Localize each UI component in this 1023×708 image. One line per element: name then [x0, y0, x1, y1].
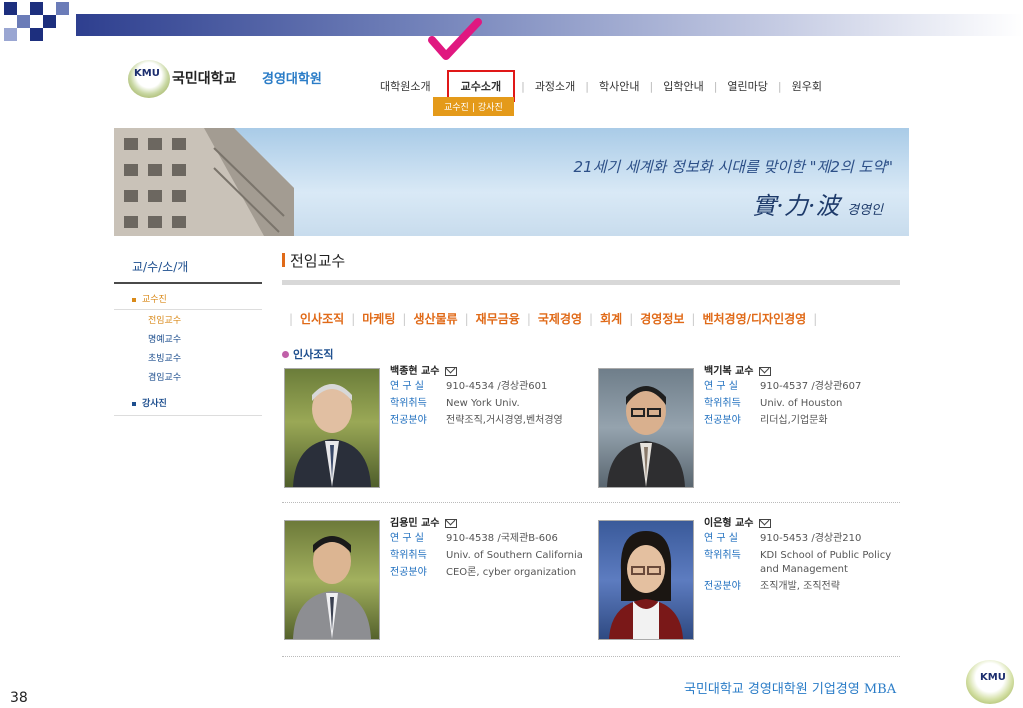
professor-photo: [284, 368, 380, 488]
subnav-faculty[interactable]: 교수진: [441, 103, 472, 113]
sidebar-item-faculty[interactable]: 교수진: [114, 288, 262, 310]
office-label: 연 구 실: [704, 381, 738, 392]
slide-header-decoration: [0, 0, 1023, 42]
professor-photo: [284, 520, 380, 640]
sidebar-item-adjunct[interactable]: 겸임교수: [114, 367, 262, 386]
professor-name: 김용민 교수: [390, 518, 440, 529]
professor-photo: [598, 520, 694, 640]
sidebar-item-emeritus[interactable]: 명예교수: [114, 329, 262, 348]
logo-text: KMU: [134, 68, 160, 79]
bullet-icon: [132, 297, 136, 302]
office-label: 연 구 실: [390, 381, 424, 392]
field-value: 리더십,기업문화: [760, 415, 828, 426]
subnav-lecturers[interactable]: 강사진: [475, 103, 506, 113]
degree-label: 학위취득: [390, 398, 427, 409]
nav-item-admission[interactable]: 입학안내: [653, 78, 713, 94]
footer-logo-text: KMU: [980, 672, 1006, 683]
professor-photo: [598, 368, 694, 488]
building-illustration: [114, 128, 294, 236]
hero-banner: 21세기 세계화 정보화 시대를 맞이한 "제2의 도약" 實·力·波 경영인: [114, 128, 909, 236]
nav-item-programs[interactable]: 과정소개: [525, 78, 585, 94]
email-icon[interactable]: [758, 518, 771, 528]
degree-label: 학위취득: [390, 550, 427, 561]
field-value: 조직개발, 조직전략: [760, 581, 840, 592]
field-label: 전공분야: [390, 415, 427, 426]
banner-motto: 實·力·波 경영인: [752, 192, 883, 220]
field-label: 전공분야: [704, 581, 741, 592]
office-value: 910-4538 /국제관B-606: [446, 533, 558, 544]
nav-item-community[interactable]: 열린마당: [717, 78, 777, 94]
email-icon[interactable]: [444, 518, 457, 528]
office-value: 910-4537 /경상관607: [760, 381, 862, 392]
degree-value: Univ. of Southern California: [446, 550, 583, 561]
field-label: 전공분야: [704, 415, 741, 426]
nav-item-alumni[interactable]: 원우회: [782, 78, 832, 94]
faculty-subnav: 교수진 | 강사진: [433, 97, 514, 116]
row-divider: [282, 502, 900, 503]
degree-label: 학위취득: [704, 398, 741, 409]
professor-card: 이은형 교수 연 구 실 910-5453 /경상관210 학위취득 KDI Sch…: [598, 514, 898, 644]
sidebar-title: 교/수/소/개: [132, 260, 189, 274]
school-name[interactable]: 경영대학원: [262, 68, 322, 87]
banner-slogan: 21세기 세계화 정보화 시대를 맞이한 "제2의 도약": [573, 158, 893, 176]
tab-hr-organization[interactable]: 인사조직: [300, 310, 344, 327]
category-tabs: | 인사조직 | 마케팅 | 생산물류 | 재무금융 | 국제경영 | 회계 | 경영정보 |…: [289, 310, 818, 327]
section-heading: 인사조직: [282, 346, 333, 362]
university-name[interactable]: 국민대학교: [172, 68, 236, 88]
kmu-logo[interactable]: [128, 60, 170, 98]
footer-caption: 국민대학교 경영대학원 기업경영 MBA: [684, 682, 897, 697]
nav-item-academics[interactable]: 학사안내: [589, 78, 649, 94]
office-value: 910-5453 /경상관210: [760, 533, 862, 544]
tab-international[interactable]: 국제경영: [538, 310, 582, 327]
tab-mis[interactable]: 경영정보: [640, 310, 684, 327]
sidebar-menu: 교수진 전임교수 명예교수 초빙교수 겸임교수 강사진: [114, 288, 262, 416]
degree-value: New York Univ.: [446, 398, 520, 409]
professor-name: 백종현 교수: [390, 366, 440, 377]
bullet-icon: [132, 401, 136, 406]
professor-name: 이은형 교수: [704, 518, 754, 529]
office-label: 연 구 실: [390, 533, 424, 544]
sidebar-item-visiting[interactable]: 초빙교수: [114, 348, 262, 367]
professor-card: 김용민 교수 연 구 실 910-4538 /국제관B-606 학위취득 Univ.…: [284, 514, 584, 644]
nav-item-about[interactable]: 대학원소개: [370, 78, 441, 94]
page-title: 전임교수: [282, 250, 345, 271]
email-icon[interactable]: [758, 366, 771, 376]
professor-card: 백기복 교수 연 구 실 910-4537 /경상관607 학위취득 Univ. o…: [598, 362, 898, 492]
degree-value: Univ. of Houston: [760, 398, 843, 409]
sidebar-divider: [114, 282, 262, 284]
tab-accounting[interactable]: 회계: [600, 310, 622, 327]
page-number: 38: [10, 690, 28, 706]
tab-venture-design[interactable]: 벤처경영/디자인경영: [702, 310, 806, 327]
field-label: 전공분야: [390, 567, 427, 578]
office-label: 연 구 실: [704, 533, 738, 544]
field-value: CEO론, cyber organization: [446, 567, 577, 578]
row-divider: [282, 656, 900, 657]
title-divider: [282, 280, 900, 285]
professor-card: 백종현 교수 연 구 실 910-4534 /경상관601 학위취득 New Yor…: [284, 362, 584, 492]
tab-production[interactable]: 생산물류: [413, 310, 457, 327]
tab-finance[interactable]: 재무금융: [476, 310, 520, 327]
tab-marketing[interactable]: 마케팅: [362, 310, 395, 327]
sidebar-item-lecturers[interactable]: 강사진: [114, 392, 262, 416]
degree-label: 학위취득: [704, 550, 741, 561]
email-icon[interactable]: [444, 366, 457, 376]
office-value: 910-4534 /경상관601: [446, 381, 548, 392]
checkmark-icon: [428, 18, 482, 60]
professor-name: 백기복 교수: [704, 366, 754, 377]
field-value: 전략조직,거시경영,벤처경영: [446, 415, 563, 426]
degree-value: KDI School of Public Policy and Manageme…: [760, 550, 892, 575]
sidebar-item-fulltime[interactable]: 전임교수: [114, 310, 262, 329]
